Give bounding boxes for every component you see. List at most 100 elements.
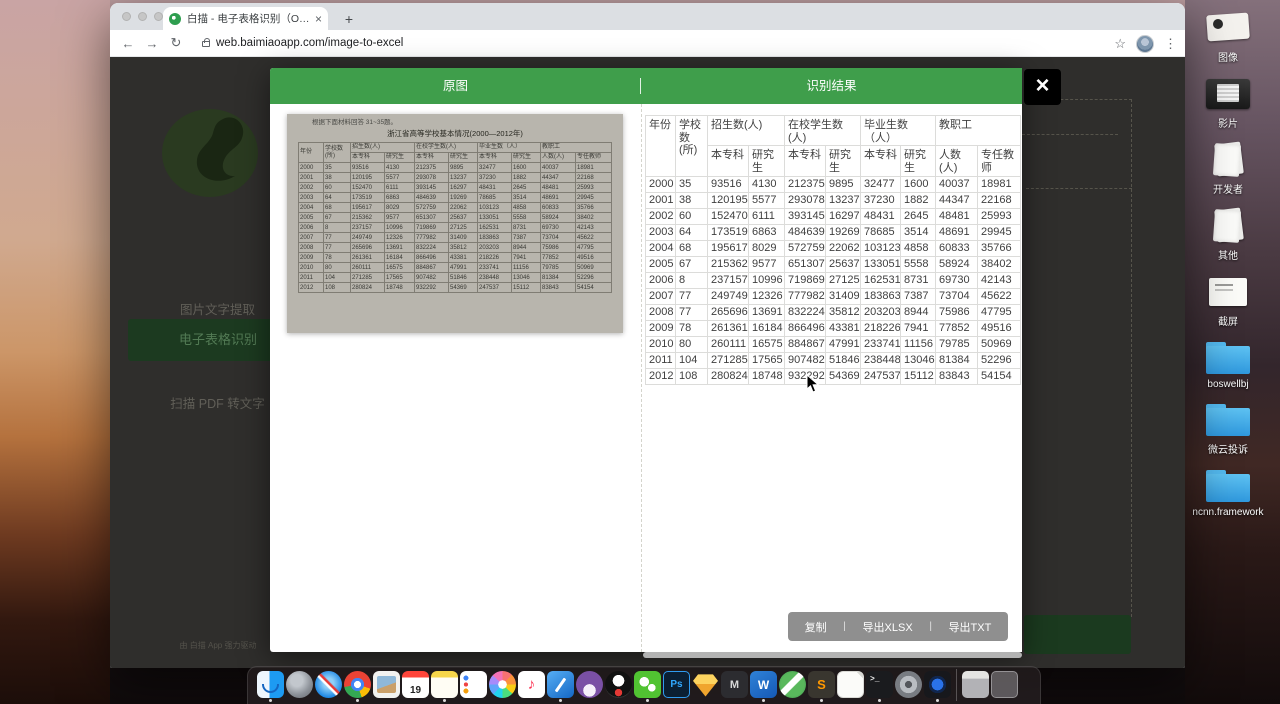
dock-item-mweb[interactable]: M bbox=[720, 669, 749, 701]
recognize-button-dimmed[interactable] bbox=[1024, 615, 1131, 654]
dock-item-reminders[interactable] bbox=[459, 669, 488, 701]
notes-icon bbox=[431, 671, 458, 698]
dock-item-photoshop[interactable]: Ps bbox=[662, 669, 691, 701]
desktop-icon-其他[interactable]: 其他 bbox=[1176, 208, 1280, 262]
dock-item-downloads[interactable] bbox=[961, 669, 990, 701]
folder-icon bbox=[1204, 340, 1252, 376]
dock-item-preview[interactable] bbox=[372, 669, 401, 701]
table-cell: 35812 bbox=[826, 304, 861, 320]
profile-avatar[interactable] bbox=[1136, 35, 1154, 53]
table-cell: 11156 bbox=[512, 263, 541, 273]
dock-item-qq[interactable] bbox=[604, 669, 633, 701]
table-cell: 261361 bbox=[351, 253, 385, 263]
dock-item-notes[interactable] bbox=[430, 669, 459, 701]
window-close-button[interactable] bbox=[122, 12, 131, 21]
desktop-icon-label: 截屏 bbox=[1176, 313, 1280, 328]
back-icon[interactable]: ← bbox=[116, 36, 140, 51]
table-cell: 47991 bbox=[449, 263, 478, 273]
table-cell: 77 bbox=[324, 233, 351, 243]
header-cell: 专任教师 bbox=[978, 146, 1021, 176]
table-row: 2001381201955577293078132373723018824434… bbox=[299, 173, 612, 183]
blueswirl-icon bbox=[924, 671, 951, 698]
browser-menu-icon[interactable]: ⋮ bbox=[1164, 36, 1177, 52]
desktop-icon-影片[interactable]: 影片 bbox=[1176, 76, 1280, 130]
table-cell: 719869 bbox=[785, 272, 826, 288]
table-cell: 54154 bbox=[576, 283, 612, 293]
dock-item-wechat[interactable] bbox=[633, 669, 662, 701]
dock-item-sysprefs[interactable] bbox=[894, 669, 923, 701]
browser-tab[interactable]: 白描 - 电子表格识别（OCR） × bbox=[163, 7, 328, 30]
reload-icon[interactable]: ↻ bbox=[164, 35, 188, 51]
dock-item-finder[interactable] bbox=[256, 669, 285, 701]
export-xlsx-button[interactable]: 导出XLSX bbox=[863, 619, 913, 635]
running-indicator bbox=[443, 699, 446, 702]
copy-button[interactable]: 复制 bbox=[805, 619, 827, 635]
table-cell: 40037 bbox=[541, 163, 576, 173]
desktop-icon-图像[interactable]: 图像 bbox=[1176, 10, 1280, 64]
desktop-icon-ncnn.framework[interactable]: ncnn.framework bbox=[1176, 468, 1280, 518]
table-cell: 67 bbox=[676, 256, 708, 272]
horizontal-scrollbar[interactable] bbox=[643, 652, 1022, 658]
window-minimize-button[interactable] bbox=[138, 12, 147, 21]
dock-item-sketch[interactable] bbox=[691, 669, 720, 701]
dock-item-terminal[interactable]: >_ bbox=[865, 669, 894, 701]
dock-item-calendar[interactable]: 19 bbox=[401, 669, 430, 701]
table-cell: 47795 bbox=[576, 243, 612, 253]
table-cell: 25637 bbox=[449, 213, 478, 223]
address-bar[interactable]: web.baimiaoapp.com/image-to-excel bbox=[216, 37, 403, 49]
table-cell: 18748 bbox=[749, 368, 785, 384]
table-cell: 215362 bbox=[708, 256, 749, 272]
table-cell: 45622 bbox=[978, 288, 1021, 304]
dock-item-github[interactable] bbox=[575, 669, 604, 701]
table-cell: 32477 bbox=[478, 163, 512, 173]
scan-note-text: 根据下面材料回答 31~35题。 bbox=[312, 116, 616, 126]
dock-item-word[interactable]: W bbox=[749, 669, 778, 701]
table-cell: 249749 bbox=[708, 288, 749, 304]
dropzone-dashed-border bbox=[1131, 99, 1132, 617]
new-tab-button[interactable]: + bbox=[338, 8, 360, 30]
table-row: 2006823715710996719869271251625318731697… bbox=[299, 223, 612, 233]
dock-item-safari[interactable] bbox=[314, 669, 343, 701]
dock-item-plane[interactable] bbox=[778, 669, 807, 701]
dock-item-typora[interactable] bbox=[836, 669, 865, 701]
dock-item-music[interactable]: ♪ bbox=[517, 669, 546, 701]
dock-item-blueswirl[interactable] bbox=[923, 669, 952, 701]
table-cell: 203203 bbox=[478, 243, 512, 253]
export-txt-button[interactable]: 导出TXT bbox=[949, 619, 992, 635]
tab-title: 白描 - 电子表格识别（OCR） bbox=[187, 11, 311, 26]
table-cell: 27125 bbox=[826, 272, 861, 288]
bookmark-star-icon[interactable]: ☆ bbox=[1114, 36, 1126, 52]
header-cell: 本专科 bbox=[415, 153, 449, 163]
dock-item-chrome[interactable] bbox=[343, 669, 372, 701]
dock-item-xcode[interactable] bbox=[546, 669, 575, 701]
table-cell: 393145 bbox=[415, 183, 449, 193]
table-cell: 77852 bbox=[936, 320, 978, 336]
dock-item-photos[interactable] bbox=[488, 669, 517, 701]
table-cell: 12326 bbox=[385, 233, 415, 243]
tab-close-icon[interactable]: × bbox=[315, 12, 322, 26]
table-row: 2006823715710996719869271251625318731697… bbox=[646, 272, 1021, 288]
dock-item-trash[interactable] bbox=[990, 669, 1019, 701]
table-cell: 78 bbox=[676, 320, 708, 336]
table-cell: 52296 bbox=[576, 273, 612, 283]
table-cell: 50969 bbox=[576, 263, 612, 273]
table-cell: 45622 bbox=[576, 233, 612, 243]
scanned-image: 根据下面材料回答 31~35题。 浙江省高等学校基本情况(2000—2012年)… bbox=[287, 114, 623, 333]
action-divider: | bbox=[843, 621, 846, 632]
desktop-icon-boswellbj[interactable]: boswellbj bbox=[1176, 340, 1280, 390]
forward-icon[interactable]: → bbox=[140, 36, 164, 51]
window-maximize-button[interactable] bbox=[154, 12, 163, 21]
desktop-icon-微云投诉[interactable]: 微云投诉 bbox=[1176, 402, 1280, 456]
header-cell: 在校学生数(人) bbox=[415, 143, 478, 153]
downloads-icon bbox=[962, 671, 989, 698]
dock-item-sublime[interactable]: S bbox=[807, 669, 836, 701]
original-image-title: 原图 bbox=[270, 68, 641, 104]
table-cell: 293078 bbox=[785, 192, 826, 208]
table-cell: 261361 bbox=[708, 320, 749, 336]
modal-close-button[interactable]: × bbox=[1024, 69, 1061, 105]
table-cell: 27125 bbox=[449, 223, 478, 233]
desktop-icon-开发者[interactable]: 开发者 bbox=[1176, 142, 1280, 196]
desktop-icon-截屏[interactable]: 截屏 bbox=[1176, 274, 1280, 328]
table-cell: 5558 bbox=[901, 256, 936, 272]
dock-item-launchpad[interactable] bbox=[285, 669, 314, 701]
